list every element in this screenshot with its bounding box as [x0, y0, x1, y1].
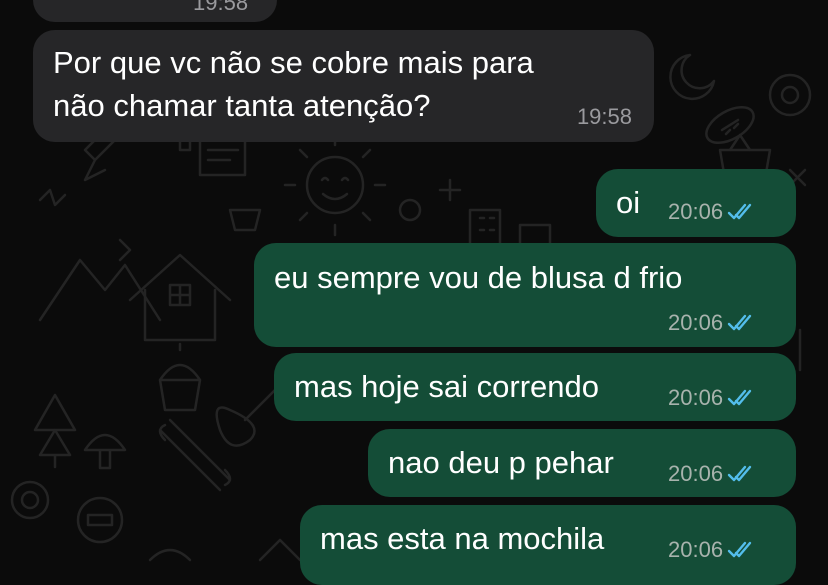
- double-check-icon: [727, 541, 752, 558]
- double-check-icon: [727, 203, 752, 220]
- message-bubble-outgoing[interactable]: mas hoje sai correndo 20:06: [274, 353, 796, 421]
- message-bubble-outgoing[interactable]: nao deu p pehar 20:06: [368, 429, 796, 497]
- message-meta: 20:06: [668, 537, 757, 563]
- message-meta: 20:06: [668, 461, 757, 487]
- double-check-icon: [727, 389, 752, 406]
- message-text: 19:58: [193, 0, 249, 15]
- message-meta: 20:06: [668, 310, 757, 336]
- message-text: mas hoje sai correndo: [294, 369, 599, 404]
- message-time: 20:06: [668, 537, 724, 562]
- message-bubble-incoming[interactable]: 19:58: [33, 0, 277, 22]
- message-time: 20:06: [668, 310, 724, 335]
- message-meta: 20:06: [668, 199, 757, 225]
- message-text-line: não chamar tanta atenção?: [53, 88, 431, 123]
- message-text: nao deu p pehar: [388, 445, 614, 480]
- message-text: mas esta na mochila: [320, 521, 605, 556]
- message-meta: 20:06: [668, 385, 757, 411]
- message-text: oi: [616, 185, 641, 220]
- message-time: 19:58: [576, 104, 632, 129]
- message-time: 20:06: [668, 461, 724, 486]
- message-text: eu sempre vou de blusa d frio: [274, 260, 683, 295]
- message-text-line: Por que vc não se cobre mais para: [53, 45, 534, 80]
- double-check-icon: [727, 314, 752, 331]
- message-bubble-outgoing[interactable]: oi 20:06: [596, 169, 796, 237]
- message-meta: 19:58: [577, 104, 632, 130]
- message-bubble-incoming[interactable]: Por que vc não se cobre mais para não ch…: [33, 30, 654, 142]
- message-time: 20:06: [668, 199, 724, 224]
- message-time: 20:06: [668, 385, 724, 410]
- message-bubble-outgoing[interactable]: mas esta na mochila 20:06: [300, 505, 796, 585]
- message-bubble-outgoing[interactable]: eu sempre vou de blusa d frio 20:06: [254, 243, 796, 347]
- double-check-icon: [727, 465, 752, 482]
